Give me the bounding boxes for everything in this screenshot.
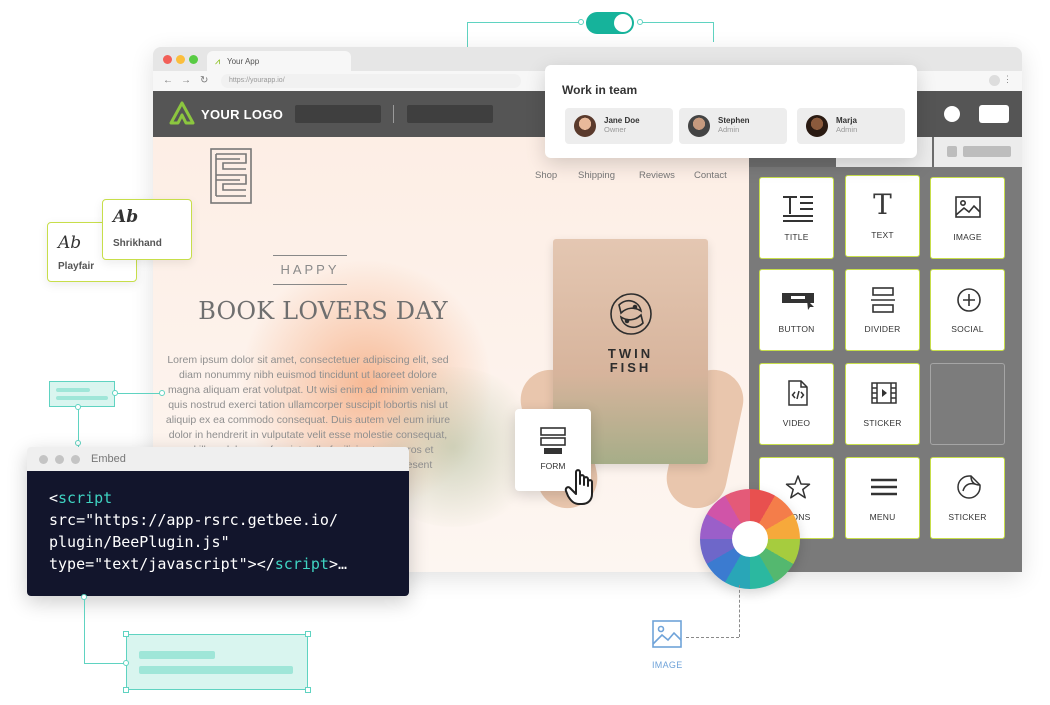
header-divider bbox=[393, 105, 394, 123]
connector-dot bbox=[578, 19, 584, 25]
connector-line bbox=[84, 596, 85, 664]
connector-dot bbox=[81, 594, 87, 600]
close-window-button[interactable] bbox=[163, 55, 172, 64]
url-input[interactable]: https://yourapp.io/ bbox=[221, 74, 521, 88]
toggle-knob bbox=[614, 14, 632, 32]
site-nav-shipping[interactable]: Shipping bbox=[578, 170, 615, 181]
color-wheel-center bbox=[732, 521, 768, 557]
minimize-window-button[interactable] bbox=[176, 55, 185, 64]
fish-logo-icon bbox=[610, 293, 652, 335]
title-icon bbox=[783, 196, 813, 222]
headline: BOOK LOVERS DAY bbox=[198, 297, 448, 325]
social-icon bbox=[957, 288, 981, 312]
user-avatar[interactable] bbox=[944, 106, 960, 122]
app-logo-icon: ⩘ bbox=[215, 56, 221, 66]
team-member[interactable]: Marja Admin bbox=[797, 108, 905, 144]
sticker-icon bbox=[957, 475, 981, 499]
header-menu-placeholder[interactable] bbox=[295, 105, 381, 123]
embed-code-window: Embed <script src="https://app-rsrc.getb… bbox=[27, 447, 409, 596]
reload-icon[interactable]: ↻ bbox=[200, 75, 208, 86]
block-image[interactable]: IMAGE bbox=[930, 177, 1005, 259]
avatar bbox=[806, 115, 828, 137]
browser-tab[interactable]: ⩘ Your App bbox=[207, 51, 351, 71]
form-icon bbox=[540, 427, 566, 454]
block-social[interactable]: SOCIAL bbox=[930, 269, 1005, 351]
avatar bbox=[688, 115, 710, 137]
team-card-title: Work in team bbox=[562, 83, 638, 97]
connector-line bbox=[713, 22, 714, 42]
tab-title: Your App bbox=[227, 57, 260, 66]
connector-dot bbox=[159, 390, 165, 396]
logo-icon bbox=[169, 101, 195, 125]
connector-line bbox=[467, 22, 581, 23]
work-in-team-card: Work in team Jane Doe Owner Stephen Admi… bbox=[545, 65, 917, 158]
block-sticker-film[interactable]: STICKER bbox=[845, 363, 920, 445]
button-icon bbox=[782, 293, 814, 310]
block-menu[interactable]: MENU bbox=[845, 457, 920, 539]
avatar bbox=[574, 115, 596, 137]
connector-line bbox=[115, 393, 161, 394]
video-icon bbox=[788, 380, 808, 406]
book-title: TWIN FISH bbox=[607, 346, 654, 375]
image-icon bbox=[955, 196, 981, 218]
image-element-label: IMAGE bbox=[652, 660, 683, 670]
connector-dot bbox=[75, 440, 81, 446]
site-nav-shop[interactable]: Shop bbox=[535, 170, 557, 181]
header-action-button[interactable] bbox=[979, 105, 1009, 123]
content-skeleton-block[interactable] bbox=[123, 631, 311, 693]
connector-dot bbox=[112, 390, 118, 396]
text-block-skeleton[interactable] bbox=[49, 381, 115, 407]
site-nav-contact[interactable]: Contact bbox=[694, 170, 727, 181]
profile-icon[interactable] bbox=[989, 75, 1000, 86]
book-image: TWIN FISH bbox=[515, 219, 749, 564]
back-icon[interactable]: ← bbox=[163, 75, 173, 86]
image-element-icon[interactable] bbox=[652, 620, 682, 648]
text-icon: T bbox=[873, 188, 892, 221]
block-video[interactable]: VIDEO bbox=[759, 363, 834, 445]
connector-line bbox=[640, 22, 714, 23]
connector-dot bbox=[637, 19, 643, 25]
forward-icon[interactable]: → bbox=[181, 75, 191, 86]
team-member[interactable]: Stephen Admin bbox=[679, 108, 787, 144]
team-member[interactable]: Jane Doe Owner bbox=[565, 108, 673, 144]
block-button[interactable]: BUTTON bbox=[759, 269, 834, 351]
block-title[interactable]: TITLE bbox=[759, 177, 834, 259]
site-nav-reviews[interactable]: Reviews bbox=[639, 170, 675, 181]
logo-text: YOUR LOGO bbox=[201, 107, 284, 122]
block-text[interactable]: T TEXT bbox=[845, 175, 920, 257]
block-placeholder-empty[interactable] bbox=[930, 363, 1005, 445]
kicker-text: HAPPY bbox=[273, 255, 347, 285]
star-icon bbox=[785, 475, 811, 499]
embed-code[interactable]: <script src="https://app-rsrc.getbee.io/… bbox=[27, 471, 409, 596]
embed-title: Embed bbox=[91, 453, 126, 465]
block-divider[interactable]: DIVIDER bbox=[845, 269, 920, 351]
hand-cursor-icon bbox=[564, 469, 593, 505]
side-tab-icon bbox=[947, 146, 957, 157]
header-menu-placeholder[interactable] bbox=[407, 105, 493, 123]
color-picker-wheel[interactable] bbox=[700, 489, 800, 589]
block-sticker[interactable]: STICKER bbox=[930, 457, 1005, 539]
connector-dot bbox=[75, 404, 81, 410]
connector-line bbox=[84, 663, 126, 664]
toggle-switch[interactable] bbox=[586, 12, 634, 34]
film-icon bbox=[871, 382, 897, 404]
kebab-menu-icon[interactable]: ⋮ bbox=[1003, 74, 1012, 85]
site-logo-icon bbox=[210, 148, 252, 204]
side-tab-label-placeholder bbox=[963, 146, 1011, 157]
maximize-window-button[interactable] bbox=[189, 55, 198, 64]
dashed-connector bbox=[686, 637, 739, 638]
dashed-connector bbox=[739, 585, 740, 637]
divider-icon bbox=[871, 287, 895, 313]
menu-icon bbox=[871, 478, 897, 496]
font-card-shrikhand[interactable]: Ab Shrikhand bbox=[102, 199, 192, 260]
embed-titlebar: Embed bbox=[27, 447, 409, 471]
